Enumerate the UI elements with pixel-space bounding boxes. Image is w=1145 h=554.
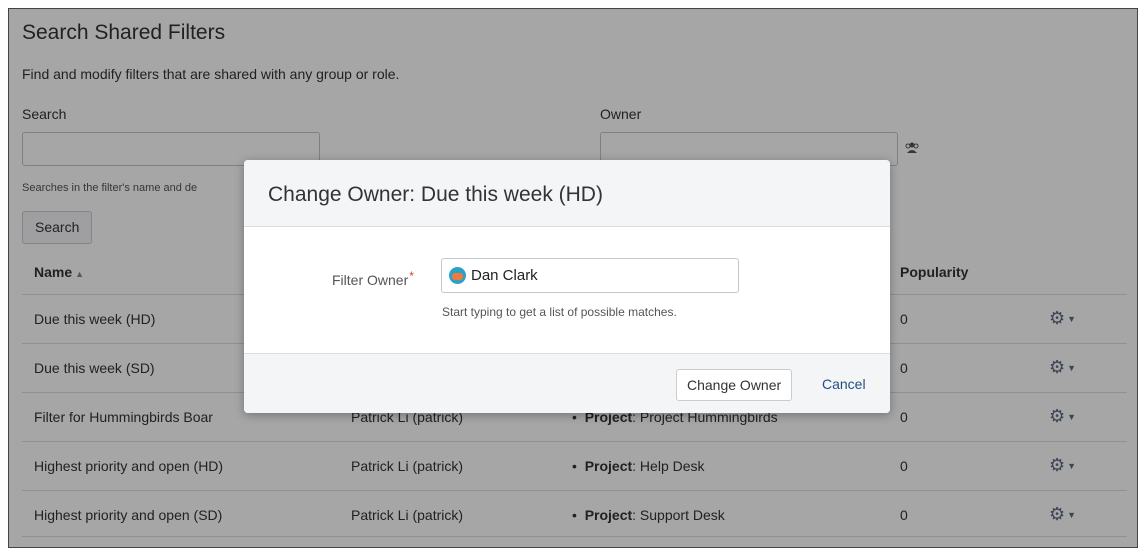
change-owner-button[interactable]: Change Owner xyxy=(676,369,793,401)
filter-owner-hint: Start typing to get a list of possible m… xyxy=(442,305,677,319)
cancel-link[interactable]: Cancel xyxy=(822,376,866,392)
dialog-title: Change Owner: Due this week (HD) xyxy=(268,183,603,206)
dialog-header: Change Owner: Due this week (HD) xyxy=(244,160,890,227)
filter-owner-label-text: Filter Owner xyxy=(332,272,409,288)
required-indicator: * xyxy=(409,269,414,283)
avatar xyxy=(449,267,466,284)
filter-owner-input[interactable]: Dan Clark xyxy=(441,258,739,293)
change-owner-dialog: Change Owner: Due this week (HD) Filter … xyxy=(244,160,890,413)
filter-owner-value: Dan Clark xyxy=(471,267,538,284)
filter-owner-label: Filter Owner* xyxy=(332,269,414,288)
app-frame: Search Shared Filters Find and modify fi… xyxy=(8,8,1138,548)
dialog-body: Filter Owner* Dan Clark Start typing to … xyxy=(244,227,890,353)
avatar-face-icon xyxy=(452,273,463,280)
dialog-footer: Change Owner Cancel xyxy=(244,353,890,413)
